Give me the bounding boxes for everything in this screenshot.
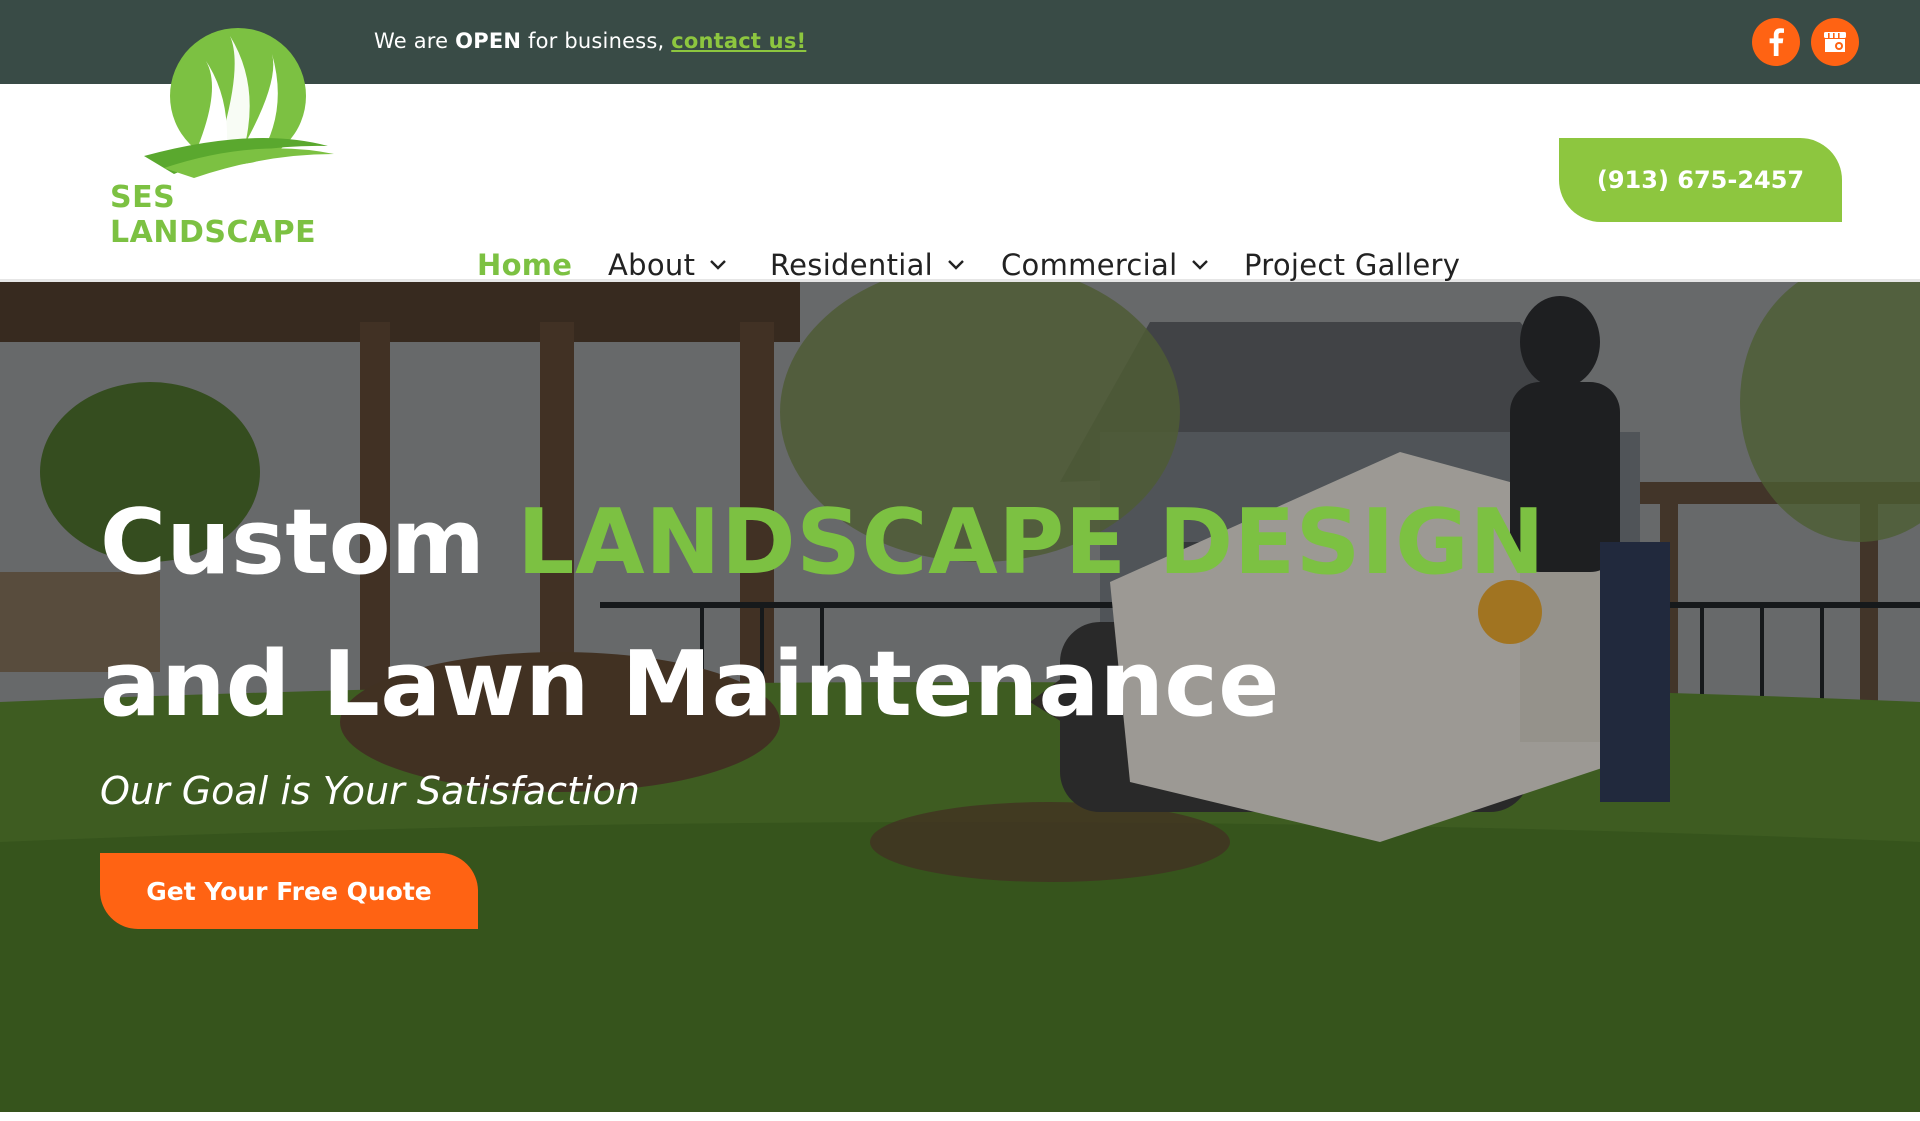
logo-wordmark: SES LANDSCAPE [110, 180, 317, 250]
nav-item-label: About [608, 248, 696, 282]
page-bottom-edge [0, 1112, 1920, 1121]
nav-item-label: Residential [770, 248, 934, 282]
chevron-down-icon [710, 260, 727, 270]
google-business-button[interactable] [1811, 18, 1859, 66]
nav-item-label: Home [477, 248, 573, 282]
hero-title-line-2: and Lawn Maintenance [100, 632, 1280, 737]
chevron-down-icon [1192, 260, 1209, 270]
hero-title-accent: LANDSCAPE DESIGN [517, 490, 1546, 595]
google-business-icon [1824, 32, 1846, 52]
site-logo[interactable]: SES LANDSCAPE [104, 28, 364, 250]
announce-prefix: We are [374, 29, 456, 53]
open-announcement: We are OPEN for business, contact us! [374, 29, 806, 53]
nav-item-commercial[interactable]: Commercial [1001, 248, 1209, 282]
grass-logo-icon [144, 28, 334, 178]
announce-open-label: OPEN [455, 29, 522, 53]
facebook-icon [1769, 28, 1784, 56]
nav-item-residential[interactable]: Residential [770, 248, 965, 282]
nav-item-label: Project Gallery [1244, 248, 1461, 282]
chevron-down-icon [948, 260, 964, 270]
facebook-button[interactable] [1752, 18, 1800, 66]
free-quote-button[interactable]: Get Your Free Quote [100, 853, 478, 929]
hero-title-prefix: Custom [100, 490, 518, 595]
nav-item-about[interactable]: About [608, 248, 727, 282]
hero-subtitle: Our Goal is Your Satisfaction [100, 769, 640, 813]
nav-item-project-gallery[interactable]: Project Gallery [1244, 248, 1460, 282]
contact-us-link[interactable]: contact us! [671, 29, 806, 53]
hero-title-line-1: Custom LANDSCAPE DESIGN [100, 490, 1545, 595]
announce-middle: for business, [521, 29, 672, 53]
nav-item-label: Commercial [1001, 248, 1178, 282]
nav-item-home[interactable]: Home [477, 248, 572, 282]
phone-call-button[interactable]: (913) 675-2457 [1559, 138, 1842, 222]
hero-section: Custom LANDSCAPE DESIGN and Lawn Mainten… [0, 282, 1920, 1112]
